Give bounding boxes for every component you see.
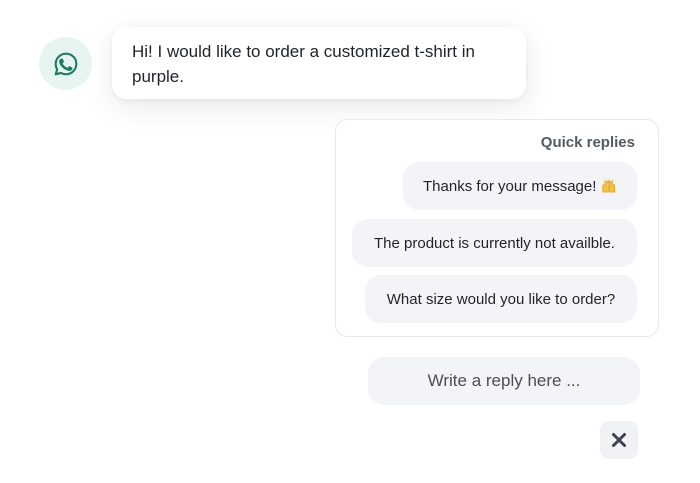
- quick-replies-title: Quick replies: [540, 134, 635, 151]
- incoming-message-text: Hi! I would like to order a customized t…: [132, 42, 475, 86]
- raising-hands-emoji: [602, 179, 616, 193]
- close-button[interactable]: [600, 421, 638, 459]
- reply-input[interactable]: [368, 357, 640, 405]
- incoming-message-bubble: Hi! I would like to order a customized t…: [112, 27, 526, 99]
- quick-reply-label: What size would you like to order?: [386, 290, 616, 308]
- quick-replies-panel: Quick replies Thanks for your message! T…: [335, 119, 659, 337]
- whatsapp-avatar: [39, 37, 92, 90]
- quick-reply-thanks[interactable]: Thanks for your message!: [403, 162, 637, 210]
- chat-widget: Hi! I would like to order a customized t…: [0, 0, 700, 483]
- quick-reply-size[interactable]: What size would you like to order?: [365, 275, 637, 323]
- whatsapp-icon: [54, 52, 77, 75]
- quick-reply-not-available[interactable]: The product is currently not availble.: [352, 219, 637, 267]
- quick-reply-label: Thanks for your message!: [423, 177, 597, 195]
- quick-reply-label: The product is currently not availble.: [374, 234, 615, 252]
- close-icon: [612, 433, 626, 447]
